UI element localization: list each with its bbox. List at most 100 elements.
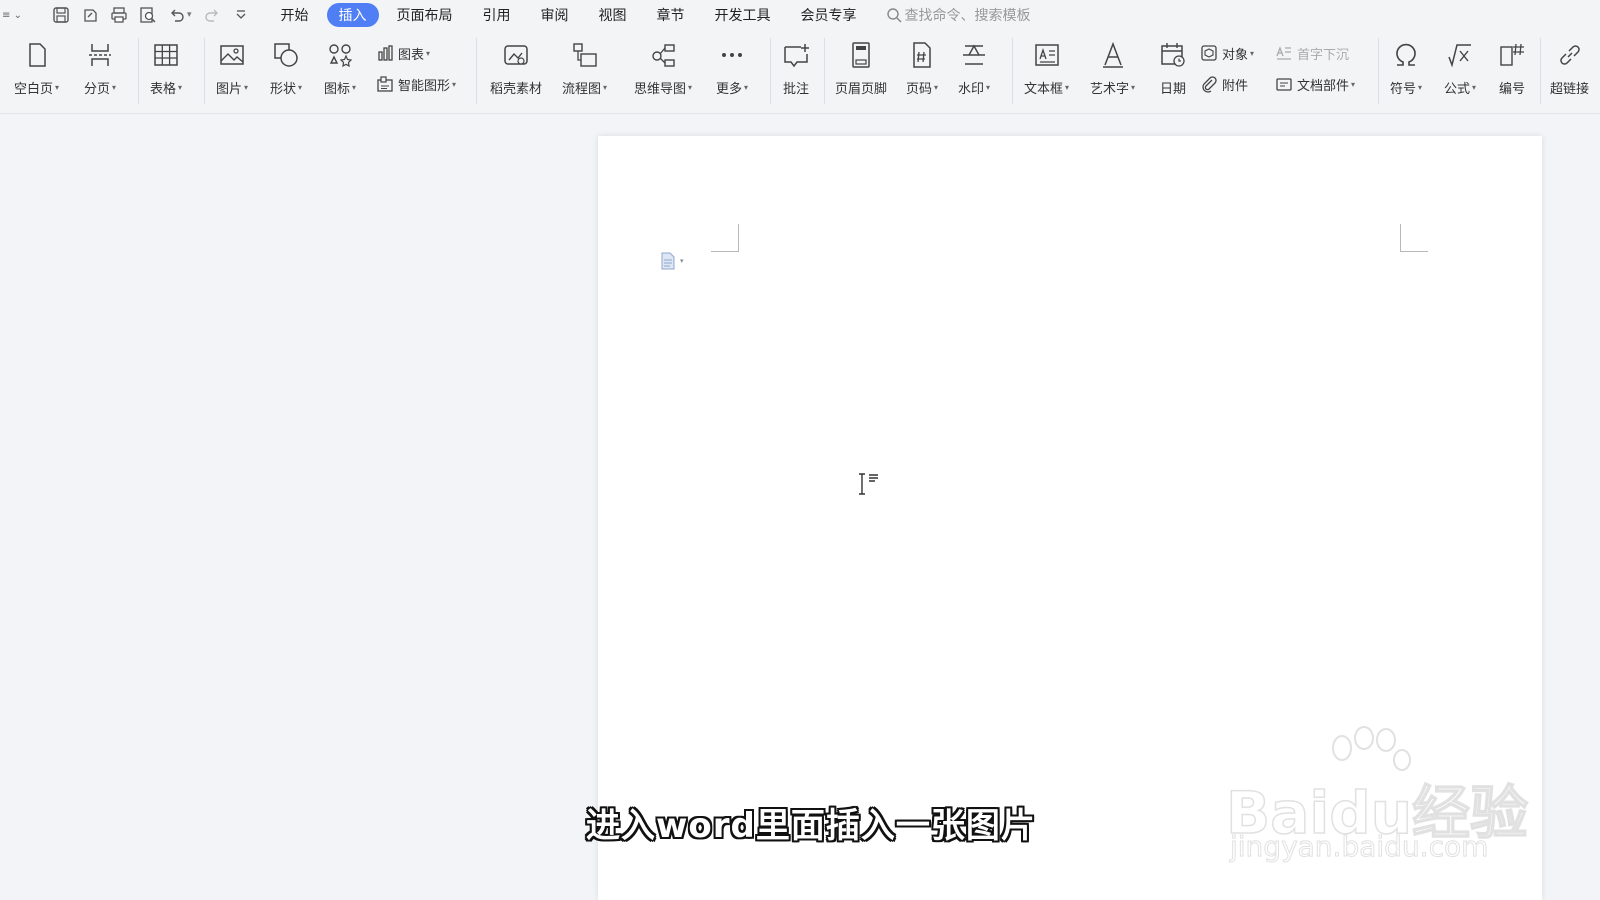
dropdown-arrow-icon: ▾ (426, 48, 431, 58)
dropdown-arrow-icon: ▾ (1418, 83, 1423, 92)
blank-page-button[interactable]: 空白页 ▾ (14, 40, 59, 97)
tab-view[interactable]: 视图 (587, 3, 639, 27)
mind-map-button[interactable]: 思维导图 ▾ (634, 40, 692, 97)
ribbon-separator (824, 38, 825, 104)
icon-library-icon (329, 44, 353, 68)
tab-section[interactable]: 章节 (645, 3, 697, 27)
docer-material-button[interactable]: 稻壳素材 (490, 40, 542, 97)
picture-icon (220, 45, 244, 65)
word-art-button[interactable]: 艺术字 ▾ (1090, 40, 1135, 97)
page-number-button[interactable]: 页码 ▾ (906, 40, 938, 97)
command-search[interactable]: 查找命令、搜索模板 (886, 5, 1031, 25)
comment-button[interactable]: 批注 (781, 40, 811, 97)
ribbon-separator (1378, 38, 1379, 104)
dropdown-arrow-icon: ▾ (1131, 83, 1136, 92)
dropdown-arrow-icon: ▾ (1065, 83, 1070, 92)
margin-corner-top-right (1400, 224, 1428, 252)
calendar-icon (1161, 43, 1185, 67)
video-subtitle: 进入word里面插入一张图片 (586, 806, 1036, 846)
print-icon (110, 7, 127, 23)
word-art-icon (1102, 41, 1123, 68)
chevron-down-icon: ▾ (680, 257, 684, 265)
ribbon-separator (204, 38, 205, 104)
numbering-icon (1500, 43, 1524, 66)
i-beam-cursor-icon (859, 473, 878, 495)
comment-icon (784, 44, 809, 68)
text-box-label: 文本框 (1024, 82, 1064, 97)
customize-toolbar-button[interactable] (227, 0, 256, 30)
table-button[interactable]: 表格 ▾ (150, 40, 182, 97)
numbering-button[interactable]: 编号 (1497, 40, 1527, 97)
redo-icon (205, 9, 219, 22)
formula-label: 公式 (1444, 82, 1471, 97)
doc-parts-label: 文档部件 (1297, 78, 1350, 94)
dropdown-arrow-icon: ▾ (55, 83, 60, 92)
formula-icon (1448, 44, 1472, 68)
tab-page-layout[interactable]: 页面布局 (385, 3, 465, 27)
watermark-button[interactable]: 水印 ▾ (958, 40, 990, 97)
watermark-icon (963, 44, 986, 65)
more-button[interactable]: 更多 ▾ (716, 40, 748, 97)
tab-references[interactable]: 引用 (471, 3, 523, 27)
tab-member[interactable]: 会员专享 (789, 3, 869, 27)
flowchart-button[interactable]: 流程图 ▾ (562, 40, 607, 97)
page-break-button[interactable]: 分页 ▾ (84, 40, 116, 97)
file-menu-button[interactable]: ≡ ⌄ (0, 0, 24, 30)
drop-cap-button[interactable]: 首字下沉 (1275, 42, 1349, 64)
mind-map-label: 思维导图 (634, 82, 687, 97)
numbering-label: 编号 (1498, 82, 1525, 97)
object-button[interactable]: 对象 ▾ (1200, 42, 1254, 64)
icon-library-button[interactable]: 图标 ▾ (324, 40, 356, 97)
quick-access-toolbar: ≡ ⌄ ▾ (0, 0, 256, 30)
export-icon (83, 9, 97, 22)
formula-button[interactable]: 公式 ▾ (1444, 40, 1476, 97)
chart-button[interactable]: 图表 ▾ (376, 42, 430, 64)
picture-button[interactable]: 图片 ▾ (216, 40, 248, 97)
undo-icon (170, 9, 184, 22)
watermark-label: 水印 (958, 82, 985, 97)
dropdown-arrow-icon: ▾ (244, 83, 249, 92)
drop-cap-icon (1276, 46, 1291, 60)
paragraph-options-button[interactable]: ▾ (660, 252, 684, 270)
redo-button[interactable] (198, 0, 227, 30)
attachment-button[interactable]: 附件 (1200, 73, 1248, 95)
date-label: 日期 (1159, 82, 1186, 97)
more-icon (722, 53, 743, 57)
link-icon (1559, 45, 1580, 65)
tab-developer[interactable]: 开发工具 (703, 3, 783, 27)
print-preview-button[interactable] (133, 0, 162, 30)
dropdown-arrow-icon: ▾ (986, 83, 991, 92)
hyperlink-button[interactable]: 超链接 (1550, 40, 1589, 97)
date-button[interactable]: 日期 (1158, 40, 1188, 97)
dropdown-arrow-icon: ▾ (1351, 79, 1356, 89)
dropdown-arrow-icon: ▾ (934, 83, 939, 92)
save-button[interactable] (46, 0, 75, 30)
blank-page-icon (28, 43, 46, 67)
header-footer-button[interactable]: 页眉页脚 (835, 40, 887, 97)
tab-review[interactable]: 审阅 (529, 3, 581, 27)
tab-home[interactable]: 开始 (269, 3, 321, 27)
docer-material-icon (504, 45, 528, 65)
dropdown-arrow-icon: ▾ (112, 83, 117, 92)
tab-insert[interactable]: 插入 (326, 3, 379, 27)
text-box-icon (1034, 44, 1059, 66)
text-cursor (856, 472, 884, 502)
customize-icon (236, 10, 246, 19)
smart-art-button[interactable]: 智能图形 ▾ (376, 73, 456, 95)
header-footer-icon (852, 42, 870, 68)
text-box-button[interactable]: 文本框 ▾ (1024, 40, 1069, 97)
ribbon-separator (476, 38, 477, 104)
export-button[interactable] (75, 0, 104, 30)
print-preview-icon (139, 7, 156, 23)
page-break-icon (89, 44, 112, 66)
shape-button[interactable]: 形状 ▾ (270, 40, 302, 97)
doc-parts-button[interactable]: 文档部件 ▾ (1275, 73, 1355, 95)
chart-icon (378, 45, 393, 61)
page-break-label: 分页 (84, 82, 111, 97)
print-button[interactable] (104, 0, 133, 30)
search-icon (886, 8, 902, 23)
symbol-button[interactable]: 符号 ▾ (1390, 40, 1422, 97)
undo-dropdown-icon[interactable]: ▾ (187, 10, 192, 20)
doc-parts-icon (1276, 78, 1292, 91)
ribbon-separator (138, 38, 139, 104)
